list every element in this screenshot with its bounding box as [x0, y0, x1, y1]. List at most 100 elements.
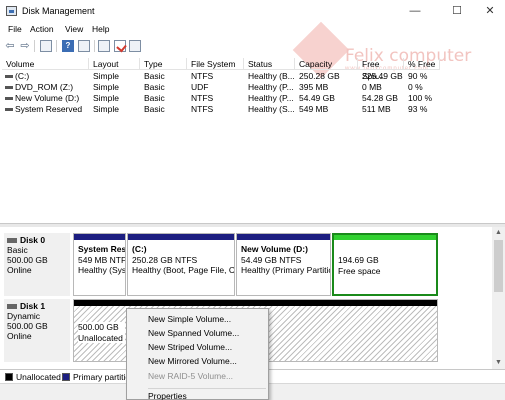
close-button[interactable]: ✕ — [479, 3, 501, 19]
menu-separator — [148, 388, 266, 389]
cell-type: Basic — [144, 82, 165, 92]
table-row[interactable]: New Volume (D:) Simple Basic NTFS Health… — [2, 93, 440, 104]
column-free-space[interactable]: Free Spa... — [358, 58, 404, 81]
toolbar-separator — [56, 40, 57, 52]
disk-name: Disk 1 — [20, 301, 46, 311]
toolbar-separator — [34, 40, 35, 52]
column-capacity[interactable]: Capacity — [295, 58, 358, 70]
maximize-button[interactable]: ☐ — [446, 3, 468, 19]
menu-new-raid5-volume: New RAID-5 Volume... — [148, 371, 234, 381]
cell-type: Basic — [144, 93, 165, 103]
toolbar-separator — [94, 40, 95, 52]
cell-capacity: 395 MB — [299, 82, 329, 92]
cell-volume: New Volume (D:) — [15, 93, 80, 103]
partition-bar — [74, 300, 437, 306]
partition-d[interactable]: New Volume (D:) 54.49 GB NTFS Healthy (Pri… — [236, 233, 331, 296]
volume-list: Volume Layout Type File System Status Ca… — [2, 58, 503, 218]
cell-status: Healthy (B... — [248, 71, 295, 81]
cell-percent-free: 100 % — [408, 93, 433, 103]
disk-state: Online — [7, 331, 32, 341]
cell-volume: (C:) — [15, 71, 30, 81]
minimize-button[interactable]: — — [404, 3, 426, 19]
partition-title: New Volume (D:) — [241, 244, 308, 254]
cell-type: Basic — [144, 71, 165, 81]
disk-state: Online — [7, 265, 32, 275]
partition-size: 500.00 GB — [78, 322, 119, 332]
properties-icon[interactable] — [78, 40, 90, 52]
menu-bar: File Action View Help — [0, 22, 505, 37]
column-volume[interactable]: Volume — [2, 58, 89, 70]
partition-bar — [334, 235, 436, 240]
table-row[interactable]: DVD_ROM (Z:) Simple Basic UDF Healthy (P… — [2, 82, 440, 93]
cell-layout: Simple — [93, 71, 119, 81]
partition-system-reserved[interactable]: System Res549 MB NTFSHealthy (Sys — [73, 233, 126, 296]
legend-label: Primary partitio — [73, 372, 131, 382]
disk-icon — [7, 304, 17, 310]
cell-file-system: NTFS — [191, 104, 214, 114]
cell-file-system: NTFS — [191, 93, 214, 103]
cell-percent-free: 93 % — [408, 104, 428, 114]
cell-file-system: NTFS — [191, 71, 214, 81]
help-icon[interactable]: ? — [62, 40, 74, 52]
partition-status: Healthy (Boot, Page File, Cra — [132, 265, 235, 275]
menu-file[interactable]: File — [8, 24, 22, 34]
back-arrow-icon[interactable]: ⇦ — [4, 40, 16, 52]
cell-layout: Simple — [93, 104, 119, 114]
legend-primary-partition: Primary partitio — [62, 372, 130, 382]
disk-type: Basic — [7, 245, 28, 255]
cell-volume: DVD_ROM (Z:) — [15, 82, 74, 92]
scroll-down-icon[interactable]: ▼ — [492, 357, 505, 369]
partition-bar — [128, 234, 234, 240]
partition-c[interactable]: (C:) 250.28 GB NTFS Healthy (Boot, Page Fi… — [127, 233, 235, 296]
legend-swatch — [62, 373, 70, 381]
menu-new-simple-volume[interactable]: New Simple Volume... — [148, 313, 231, 326]
forward-arrow-icon[interactable]: ⇨ — [19, 40, 31, 52]
table-row[interactable]: (C:) Simple Basic NTFS Healthy (B... 250… — [2, 71, 440, 82]
cell-free-space: 511 MB — [362, 104, 391, 114]
column-type[interactable]: Type — [140, 58, 187, 70]
cell-percent-free: 90 % — [408, 71, 428, 81]
menu-help[interactable]: Help — [92, 24, 109, 34]
toolbar: ⇦ ⇨ ? — [0, 37, 505, 55]
partition-bar — [74, 234, 125, 240]
cell-percent-free: 0 % — [408, 82, 423, 92]
check-icon[interactable] — [114, 40, 126, 52]
menu-new-striped-volume[interactable]: New Striped Volume... — [148, 341, 232, 354]
menu-new-mirrored-volume[interactable]: New Mirrored Volume... — [148, 355, 237, 368]
partition-bar — [237, 234, 330, 240]
scroll-up-icon[interactable]: ▲ — [492, 227, 505, 239]
table-row[interactable]: System Reserved Simple Basic NTFS Health… — [2, 104, 440, 115]
menu-properties[interactable]: Properties — [148, 390, 187, 400]
column-file-system[interactable]: File System — [187, 58, 244, 70]
partition-free-space[interactable]: 194.69 GB Free space — [332, 233, 438, 296]
disk-map-scrollbar[interactable]: ▲ ▼ — [492, 227, 505, 369]
column-layout[interactable]: Layout — [89, 58, 140, 70]
refresh-icon[interactable] — [98, 40, 110, 52]
partition-status: Healthy (Sys — [78, 265, 126, 275]
partition-status: Healthy (Primary Partitic — [241, 265, 331, 275]
partition-size: 549 MB NTFS — [78, 254, 126, 265]
scroll-thumb[interactable] — [494, 240, 503, 292]
column-percent-free[interactable]: % Free — [404, 58, 440, 70]
cell-capacity: 549 MB — [299, 104, 329, 114]
context-menu: New Simple Volume... New Spanned Volume.… — [126, 308, 269, 400]
disk-0-label[interactable]: Disk 0 Basic 500.00 GB Online — [4, 233, 70, 296]
menu-view[interactable]: View — [65, 24, 83, 34]
disk-1-label[interactable]: Disk 1 Dynamic 500.00 GB Online — [4, 299, 70, 362]
title-bar: Disk Management — ☐ ✕ — [0, 0, 505, 22]
window-title: Disk Management — [22, 6, 95, 16]
cell-volume: System Reserved — [15, 104, 83, 114]
partition-status: Free space — [338, 265, 381, 276]
menu-action[interactable]: Action — [30, 24, 54, 34]
disk-size: 500.00 GB — [7, 255, 48, 265]
legend-unallocated: Unallocated — [5, 372, 61, 382]
volume-list-header: Volume Layout Type File System Status Ca… — [2, 58, 440, 81]
cell-free-space: 0 MB — [362, 82, 382, 92]
cell-type: Basic — [144, 104, 165, 114]
cell-free-space: 225.49 GB — [362, 71, 403, 81]
settings-icon[interactable] — [129, 40, 141, 52]
menu-new-spanned-volume[interactable]: New Spanned Volume... — [148, 327, 239, 340]
console-tree-icon[interactable] — [40, 40, 52, 52]
cell-layout: Simple — [93, 93, 119, 103]
column-status[interactable]: Status — [244, 58, 295, 70]
